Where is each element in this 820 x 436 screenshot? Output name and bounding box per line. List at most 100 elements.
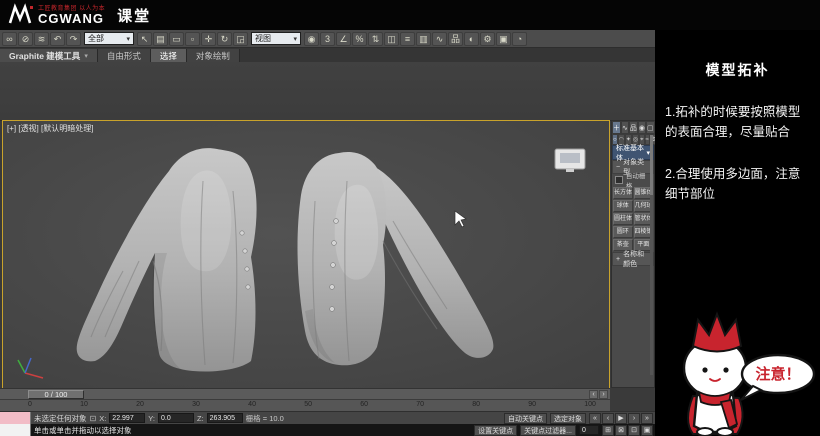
status-bar: 未选定任何对象 ⊡ X: Y: Z: 栅格 = 10.0 自动关键点 选定对象 …	[0, 411, 655, 424]
x-label: X:	[99, 414, 106, 423]
modify-tab-icon[interactable]: ∿	[621, 121, 629, 134]
mirror-icon[interactable]: ◫	[384, 32, 399, 46]
select-object-icon[interactable]: ↖	[137, 32, 152, 46]
unlink-icon[interactable]: ⊘	[18, 32, 33, 46]
window-crossing-icon[interactable]: ▫	[185, 32, 200, 46]
sculpted-shirt-model	[3, 121, 609, 389]
screen: 工匠教育集团 以人为本 CGWANG 课堂 ∞⊘≋↶↷ 全部 ▾ ↖▤▭▫✛↻◲…	[0, 0, 820, 436]
frame-tick-label: 80	[472, 401, 480, 408]
material-editor-icon[interactable]: ◐	[464, 32, 479, 46]
bubble-text: 注意！	[755, 365, 800, 383]
undo-icon[interactable]: ↶	[50, 32, 65, 46]
next-frame-icon[interactable]: ›	[628, 413, 640, 424]
time-next-button[interactable]: ›	[599, 390, 608, 399]
spinner-snap-icon[interactable]: ⇅	[368, 32, 383, 46]
selection-status: 未选定任何对象	[34, 413, 87, 424]
play-icon[interactable]: ▶	[615, 413, 627, 424]
viewport-label: [+] [透视] [默认明暗处理]	[7, 123, 93, 134]
create-primitive-button[interactable]: 长方体	[613, 187, 633, 199]
autogrid-checkbox[interactable]	[615, 176, 623, 184]
crown-icon	[693, 314, 741, 352]
autogrid-row: 自动栅格	[612, 174, 654, 186]
panel-scrollbar[interactable]	[650, 135, 653, 375]
hierarchy-tab-icon[interactable]: 品	[629, 121, 638, 134]
create-tab-icon[interactable]: ＋	[612, 121, 621, 134]
go-start-icon[interactable]: «	[589, 413, 601, 424]
auto-key-button[interactable]: 自动关键点	[504, 413, 547, 424]
expand-icon: +	[616, 256, 620, 263]
x-coordinate-field[interactable]	[109, 413, 145, 423]
select-rotate-icon[interactable]: ↻	[217, 32, 232, 46]
select-move-icon[interactable]: ✛	[201, 32, 216, 46]
z-label: Z:	[197, 414, 204, 423]
rendered-frame-icon[interactable]: ▣	[496, 32, 511, 46]
layer-manager-icon[interactable]: ▥	[416, 32, 431, 46]
lock-selection-icon[interactable]: ⊡	[90, 414, 97, 423]
logo-text: 工匠教育集团 以人为本 CGWANG	[38, 6, 105, 25]
key-filters-button[interactable]: 关键点过滤器...	[520, 425, 576, 436]
ribbon-tab[interactable]: 选择	[151, 49, 187, 62]
rollout-name-color[interactable]: + 名称和颜色	[612, 252, 654, 266]
use-pivot-center-icon[interactable]: ◉	[304, 32, 319, 46]
y-label: Y:	[148, 414, 155, 423]
zoom-all-icon[interactable]: ⊠	[615, 425, 627, 436]
redo-icon[interactable]: ↷	[66, 32, 81, 46]
ribbon-tab[interactable]: 对象绘制	[187, 49, 240, 62]
rectangular-region-icon[interactable]: ▭	[169, 32, 184, 46]
frame-tick-label: 60	[360, 401, 368, 408]
speech-bubble: 注意！	[741, 355, 814, 400]
prompt-bar: 单击或单击并拖动以选择对象 设置关键点 关键点过滤器... ⊞⊠⊡▣	[0, 424, 655, 436]
zoom-icon[interactable]: ⊞	[602, 425, 614, 436]
bind-spacewarp-icon[interactable]: ≋	[34, 32, 49, 46]
create-primitive-button[interactable]: 圆环	[613, 226, 633, 238]
viewport-overlay-icon[interactable]	[555, 149, 585, 172]
perspective-viewport[interactable]: [+] [透视] [默认明暗处理]	[2, 120, 610, 390]
selection-filter-dropdown[interactable]: 全部 ▾	[84, 32, 134, 45]
maxscript-macro-recorder[interactable]	[0, 412, 31, 424]
frame-tick-label: 40	[248, 401, 256, 408]
curve-editor-icon[interactable]: ∿	[432, 32, 447, 46]
ribbon-tab[interactable]: 自由形式	[98, 49, 151, 62]
frame-tick-label: 90	[528, 401, 536, 408]
align-icon[interactable]: ≡	[400, 32, 415, 46]
select-by-name-icon[interactable]: ▤	[153, 32, 168, 46]
create-primitive-button[interactable]: 圆柱体	[613, 213, 633, 225]
maxscript-listener[interactable]	[0, 424, 31, 436]
maximize-viewport-icon[interactable]: ▣	[641, 425, 653, 436]
time-slider-handle[interactable]: 0 / 100	[28, 390, 84, 399]
ribbon-menu-graphite[interactable]: Graphite 建模工具 ▾	[0, 49, 98, 62]
frame-tick-label: 70	[416, 401, 424, 408]
current-frame-field[interactable]	[579, 425, 599, 435]
ribbon-tab-bar: Graphite 建模工具 ▾ 自由形式选择对象绘制	[0, 48, 655, 62]
angle-snap-icon[interactable]: ∠	[336, 32, 351, 46]
cgwang-logo-icon	[8, 3, 34, 27]
motion-tab-icon[interactable]: ◉	[638, 121, 646, 134]
brand-bar: 工匠教育集团 以人为本 CGWANG 课堂	[0, 0, 820, 30]
max-window: ∞⊘≋↶↷ 全部 ▾ ↖▤▭▫✛↻◲ 视图 ▾ ◉3∠%⇅◫≡▥∿品◐⚙▣◔ G…	[0, 30, 655, 436]
y-coordinate-field[interactable]	[158, 413, 194, 423]
create-primitive-button[interactable]: 球体	[613, 200, 633, 212]
reference-coordinate-dropdown[interactable]: 视图 ▾	[251, 32, 301, 45]
selected-objects-dropdown[interactable]: 选定对象	[550, 413, 586, 424]
time-prev-button[interactable]: ‹	[589, 390, 598, 399]
schematic-view-icon[interactable]: 品	[448, 32, 463, 46]
prev-frame-icon[interactable]: ‹	[602, 413, 614, 424]
chevron-down-icon: ▾	[126, 35, 130, 43]
mascot-character: 注意！	[663, 286, 818, 436]
z-coordinate-field[interactable]	[207, 413, 243, 423]
logo-name: CGWANG	[38, 12, 105, 25]
zoom-extents-icon[interactable]: ⊡	[628, 425, 640, 436]
frame-tick-label: 20	[136, 401, 144, 408]
display-tab-icon[interactable]: ▢	[646, 121, 655, 134]
grid-size-label: 栅格 = 10.0	[246, 413, 284, 424]
render-production-icon[interactable]: ◔	[512, 32, 527, 46]
lesson-note: 2.合理使用多边面，注意细节部位	[665, 164, 810, 204]
select-link-icon[interactable]: ∞	[2, 32, 17, 46]
chevron-down-icon: ▾	[84, 52, 88, 60]
percent-snap-icon[interactable]: %	[352, 32, 367, 46]
go-end-icon[interactable]: »	[641, 413, 653, 424]
snap-toggle-3d-icon[interactable]: 3	[320, 32, 335, 46]
set-key-button[interactable]: 设置关键点	[474, 425, 517, 436]
render-setup-icon[interactable]: ⚙	[480, 32, 495, 46]
select-scale-icon[interactable]: ◲	[233, 32, 248, 46]
